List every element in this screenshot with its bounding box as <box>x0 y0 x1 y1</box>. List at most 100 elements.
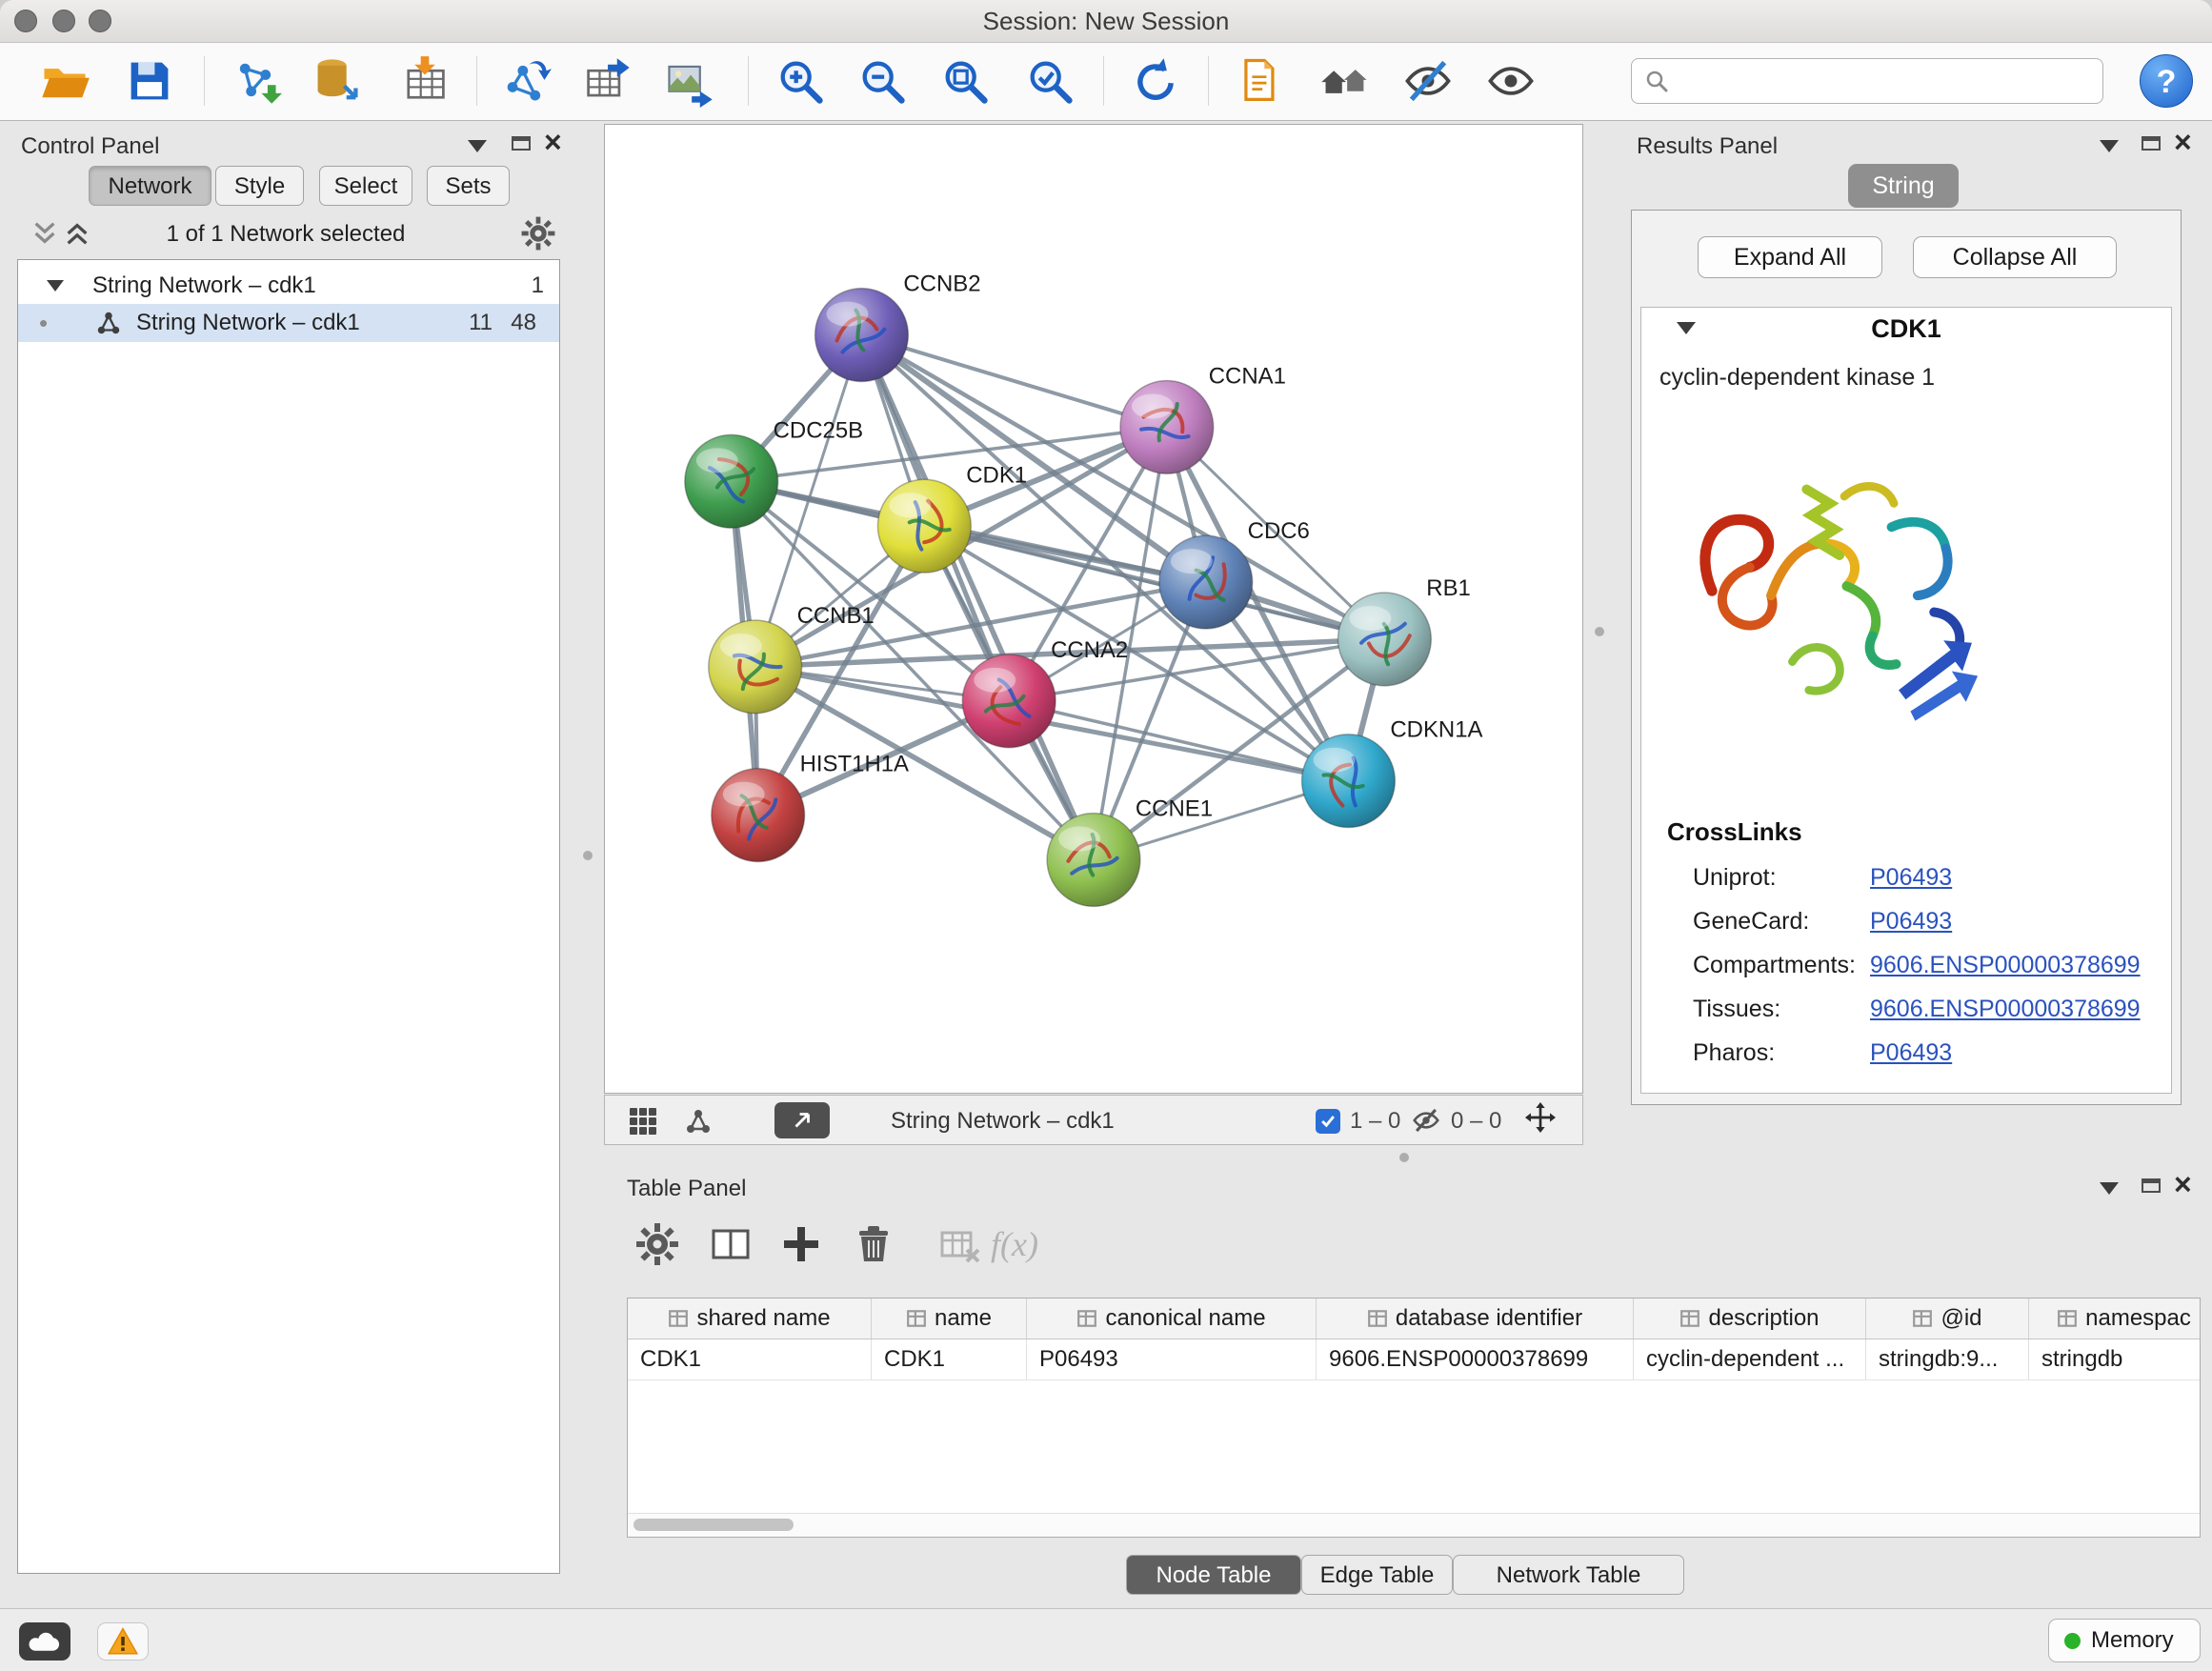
network-node-cdc25b[interactable] <box>685 434 778 528</box>
crosslink-genecard-link[interactable]: P06493 <box>1870 908 1952 935</box>
column-header-id[interactable]: @id <box>1866 1299 2029 1339</box>
control-panel-menu-icon[interactable] <box>468 140 487 152</box>
section-title: CDK1 <box>1640 314 2172 344</box>
network-edge[interactable] <box>861 335 1094 860</box>
crosslink-pharos-link[interactable]: P06493 <box>1870 1039 1952 1066</box>
show-eye-icon[interactable] <box>1484 54 1538 108</box>
refresh-layout-icon[interactable] <box>1129 54 1182 108</box>
tab-string[interactable]: String <box>1848 164 1959 208</box>
tab-node-table[interactable]: Node Table <box>1126 1555 1301 1595</box>
zoom-out-icon[interactable] <box>855 54 909 108</box>
column-header-canonical-name[interactable]: canonical name <box>1027 1299 1317 1339</box>
splitter-handle[interactable] <box>1595 627 1604 636</box>
node-label-rb1: RB1 <box>1426 575 1471 601</box>
save-icon[interactable] <box>123 54 176 108</box>
tab-edge-table[interactable]: Edge Table <box>1301 1555 1453 1595</box>
splitter-handle[interactable] <box>583 851 593 860</box>
results-panel-menu-icon[interactable] <box>2100 140 2119 152</box>
cell-name[interactable]: CDK1 <box>872 1339 1027 1379</box>
zoom-in-icon[interactable] <box>774 54 827 108</box>
cell-id[interactable]: stringdb:9... <box>1866 1339 2029 1379</box>
network-collection-row[interactable]: String Network – cdk1 1 <box>18 268 559 304</box>
hidden-eye-slash-icon[interactable] <box>1411 1105 1441 1136</box>
cloud-status-button[interactable] <box>19 1622 70 1661</box>
column-header-namespace[interactable]: namespac <box>2029 1299 2201 1339</box>
column-header-database-identifier[interactable]: database identifier <box>1317 1299 1634 1339</box>
collapse-all-button[interactable]: Collapse All <box>1913 236 2117 278</box>
network-view-icon[interactable] <box>683 1106 714 1137</box>
show-columns-icon[interactable] <box>708 1221 754 1267</box>
network-node-ccna1[interactable] <box>1120 380 1214 473</box>
memory-button[interactable]: Memory <box>2048 1619 2201 1662</box>
network-node-ccnb2[interactable] <box>815 289 909 382</box>
tab-select[interactable]: Select <box>319 166 412 206</box>
tree-expand-icon[interactable] <box>47 280 64 292</box>
home-icon[interactable] <box>1318 54 1372 108</box>
tab-style[interactable]: Style <box>215 166 304 206</box>
table-panel-close-icon[interactable]: × <box>2174 1172 2192 1197</box>
network-row-selected[interactable]: • String Network – cdk1 11 48 <box>18 304 559 342</box>
scrollbar-thumb[interactable] <box>633 1519 794 1531</box>
cell-database-identifier[interactable]: 9606.ENSP00000378699 <box>1317 1339 1634 1379</box>
column-header-name[interactable]: name <box>872 1299 1027 1339</box>
tab-network-table[interactable]: Network Table <box>1453 1555 1684 1595</box>
network-node-rb1[interactable] <box>1337 593 1431 686</box>
tab-sets[interactable]: Sets <box>427 166 510 206</box>
network-node-cdc6[interactable] <box>1159 535 1253 629</box>
control-panel-gear-icon[interactable] <box>520 215 556 252</box>
crosslink-compartments-link[interactable]: 9606.ENSP00000378699 <box>1870 952 2141 978</box>
hide-eye-slash-icon[interactable] <box>1401 54 1455 108</box>
import-database-icon[interactable] <box>311 54 364 108</box>
pan-crosshair-icon[interactable] <box>1525 1102 1563 1140</box>
cell-namespace[interactable]: stringdb <box>2029 1339 2201 1379</box>
cell-shared-name[interactable]: CDK1 <box>628 1339 872 1379</box>
birdseye-toggle-button[interactable] <box>774 1102 830 1138</box>
expand-all-button[interactable]: Expand All <box>1698 236 1882 278</box>
crosslink-tissues-link[interactable]: 9606.ENSP00000378699 <box>1870 996 2141 1022</box>
export-image-icon[interactable] <box>663 54 716 108</box>
export-network-icon[interactable] <box>498 54 552 108</box>
control-panel-close-icon[interactable]: × <box>544 130 562 154</box>
add-column-icon[interactable] <box>778 1221 824 1267</box>
network-edge[interactable] <box>861 335 1166 428</box>
open-folder-icon[interactable] <box>38 54 91 108</box>
results-panel-float-icon[interactable] <box>2142 136 2161 151</box>
horizontal-scrollbar[interactable] <box>628 1513 2200 1537</box>
tab-network[interactable]: Network <box>89 166 211 206</box>
splitter-handle[interactable] <box>1399 1153 1409 1162</box>
network-node-ccnb1[interactable] <box>709 620 802 714</box>
table-gear-icon[interactable] <box>634 1221 680 1267</box>
delete-column-icon[interactable] <box>851 1221 896 1267</box>
table-panel-float-icon[interactable] <box>2142 1178 2161 1193</box>
search-box[interactable] <box>1631 58 2103 104</box>
documents-icon[interactable] <box>1234 54 1287 108</box>
import-network-icon[interactable] <box>229 54 282 108</box>
node-label-ccne1: CCNE1 <box>1136 796 1213 822</box>
control-panel-float-icon[interactable] <box>512 136 531 151</box>
window-title: Session: New Session <box>0 0 2212 42</box>
help-button[interactable]: ? <box>2140 54 2193 108</box>
network-canvas[interactable]: CCNB2CCNA1CDC25BCDK1CDC6RB1CCNB1CCNA2CDK… <box>604 124 1583 1094</box>
cell-canonical-name[interactable]: P06493 <box>1027 1339 1317 1379</box>
column-header-description[interactable]: description <box>1634 1299 1866 1339</box>
crosslink-uniprot-link[interactable]: P06493 <box>1870 864 1952 891</box>
network-graph[interactable]: CCNB2CCNA1CDC25BCDK1CDC6RB1CCNB1CCNA2CDK… <box>605 125 1582 1093</box>
network-node-ccna2[interactable] <box>962 654 1056 748</box>
cell-description[interactable]: cyclin-dependent ... <box>1634 1339 1866 1379</box>
table-row[interactable]: CDK1 CDK1 P06493 9606.ENSP00000378699 cy… <box>628 1339 2200 1380</box>
results-panel-close-icon[interactable]: × <box>2174 130 2192 154</box>
grid-view-icon[interactable] <box>628 1106 658 1137</box>
search-input[interactable] <box>1678 61 2102 101</box>
network-node-ccne1[interactable] <box>1047 814 1140 907</box>
zoom-fit-icon[interactable] <box>938 54 992 108</box>
table-panel-menu-icon[interactable] <box>2100 1182 2119 1195</box>
network-node-cdk1[interactable] <box>877 479 971 573</box>
network-node-hist1h1a[interactable] <box>712 769 805 862</box>
import-table-icon[interactable] <box>398 54 452 108</box>
network-node-cdkn1a[interactable] <box>1302 735 1396 828</box>
selected-checkbox-icon[interactable] <box>1316 1109 1340 1134</box>
column-header-shared-name[interactable]: shared name <box>628 1299 872 1339</box>
zoom-selected-icon[interactable] <box>1023 54 1076 108</box>
warnings-button[interactable] <box>97 1622 149 1661</box>
export-table-icon[interactable] <box>580 54 633 108</box>
